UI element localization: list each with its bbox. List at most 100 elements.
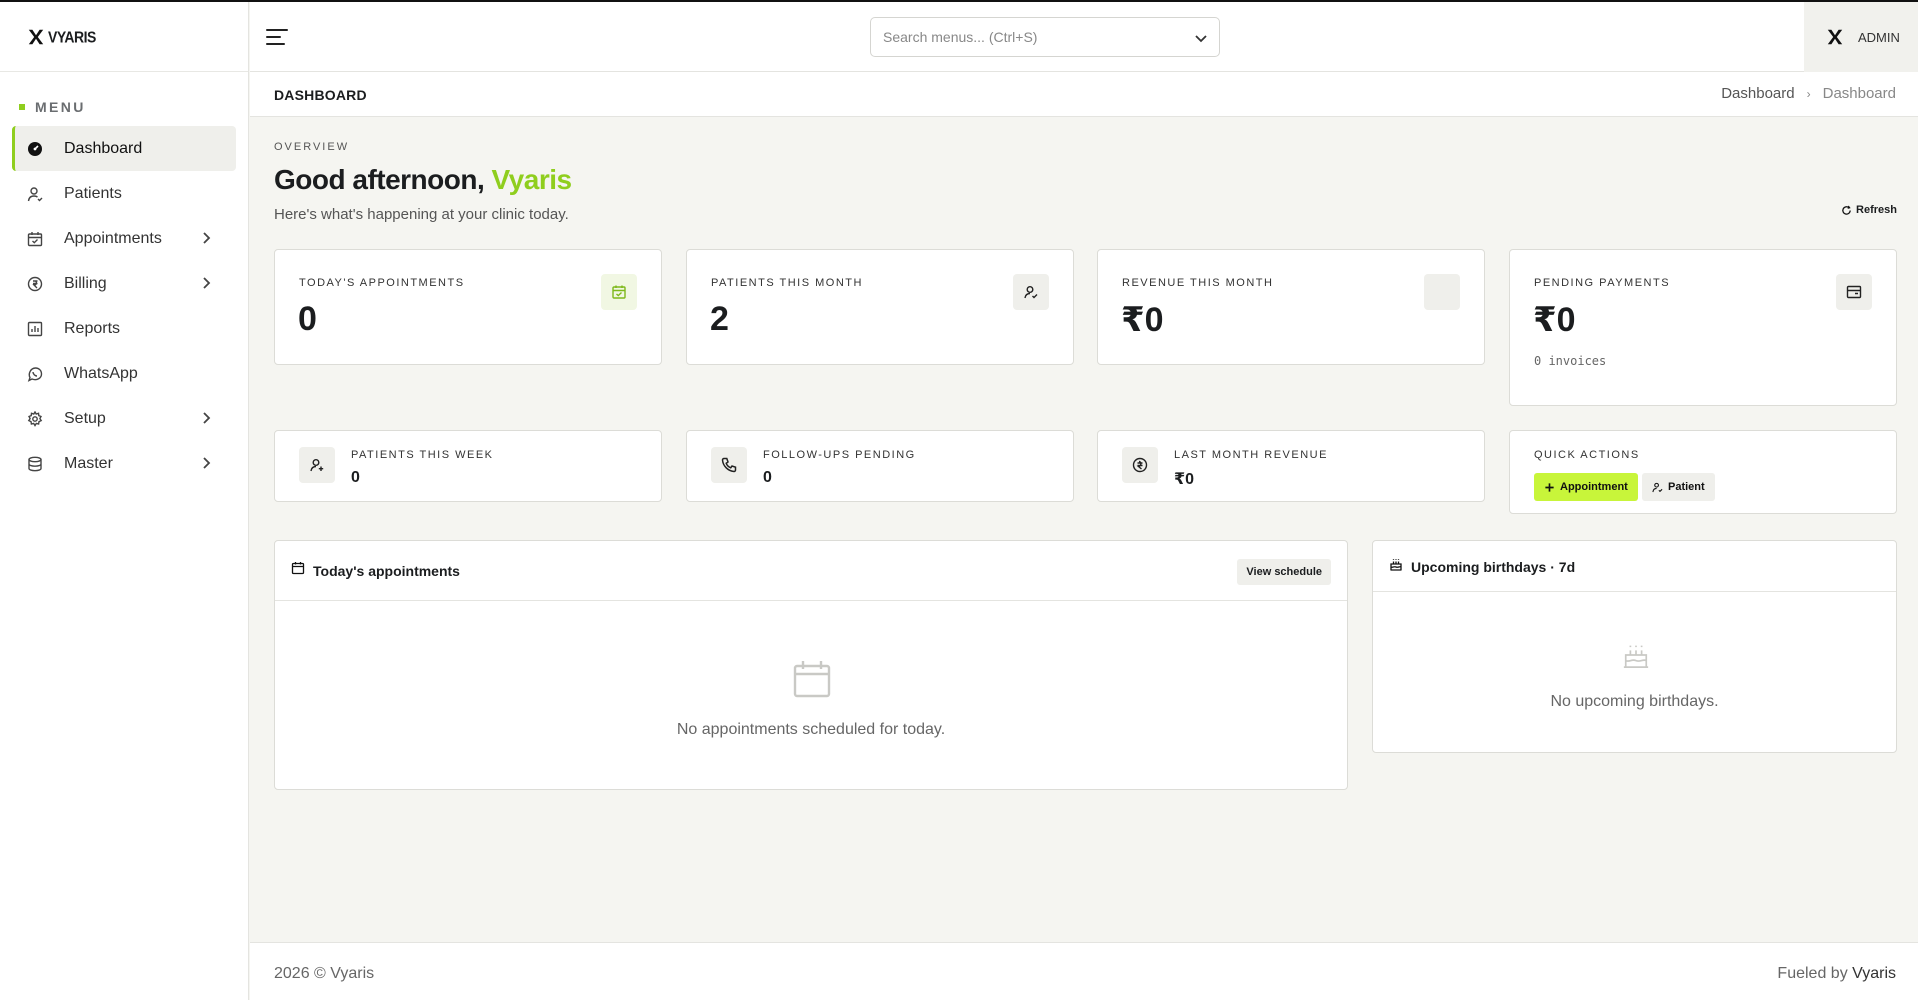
hamburger-menu-icon[interactable] [266,28,288,46]
appointments-empty-text: No appointments scheduled for today. [676,721,946,738]
stat-value: ₹0 [1533,301,1576,339]
reports-icon [27,321,43,337]
stat-label: PATIENTS THIS MONTH [711,277,863,289]
stat-revenue-this-month: REVENUE THIS MONTH ₹0 [1097,249,1485,365]
footer-credit-prefix: Fueled by [1777,965,1848,982]
plus-icon [1545,482,1554,492]
view-schedule-button[interactable]: View schedule [1237,559,1331,585]
user-icon [1652,482,1663,492]
new-appointment-button[interactable]: Appointment [1534,473,1638,501]
sidebar-item-label: WhatsApp [64,364,138,382]
footer-credit-brand[interactable]: Vyaris [1852,965,1896,982]
stat-sub: 0 invoices [1534,354,1607,368]
button-label: Appointment [1560,481,1628,493]
stat-label: FOLLOW-UPS PENDING [763,449,916,461]
user-menu[interactable]: ADMIN [1804,2,1918,72]
chevron-right-icon [203,232,211,244]
user-icon [27,186,43,202]
panel-header: Today's appointments View schedule [275,541,1347,601]
stat-label: LAST MONTH REVENUE [1174,449,1328,461]
refresh-label: Refresh [1856,204,1897,216]
quick-actions-label: QUICK ACTIONS [1534,449,1640,461]
stat-value: ₹0 [1121,301,1164,339]
birthdays-empty-text: No upcoming birthdays. [1550,693,1719,710]
stat-patients-this-week: PATIENTS THIS WEEK 0 [274,430,662,502]
calendar-check-icon [601,274,637,310]
new-patient-button[interactable]: Patient [1642,473,1715,501]
chevron-down-icon [1195,35,1207,43]
sidebar-item-appointments[interactable]: Appointments [12,216,236,261]
panel-title: Upcoming birthdays · 7d [1411,559,1576,575]
sidebar-item-patients[interactable]: Patients [12,171,236,216]
stat-value: 0 [298,300,317,338]
panel-header: Upcoming birthdays · 7d [1373,541,1896,592]
menu-heading: MENU [19,99,248,115]
page-header: DASHBOARD Dashboard › Dashboard [250,72,1918,117]
refresh-icon [1842,205,1851,215]
greeting-subtitle: Here's what's happening at your clinic t… [274,206,569,223]
currency-icon [1122,447,1158,483]
sidebar-item-master[interactable]: Master [12,441,236,486]
page-title: DASHBOARD [274,87,367,103]
menu-dot [19,104,25,110]
sidebar-nav: Dashboard Patients Appointments Billing … [0,126,248,486]
blank-icon [1424,274,1460,310]
user-name: ADMIN [1858,29,1900,45]
sidebar-item-billing[interactable]: Billing [12,261,236,306]
stat-todays-appointments: TODAY'S APPOINTMENTS 0 [274,249,662,365]
logo[interactable]: VYARIS [0,2,248,72]
breadcrumb: Dashboard › Dashboard [1721,85,1896,102]
chevron-right-icon: › [1806,86,1811,101]
sidebar-item-label: Reports [64,319,121,337]
stat-label: PENDING PAYMENTS [1534,277,1671,289]
sidebar-item-setup[interactable]: Setup [12,396,236,441]
stat-value: ₹0 [1174,471,1195,488]
breadcrumb-link[interactable]: Dashboard [1721,85,1794,102]
quick-actions-card: QUICK ACTIONS Appointment Patient [1509,430,1897,514]
top-header: Search menus... (Ctrl+S) ADMIN [250,2,1918,72]
sidebar-item-reports[interactable]: Reports [12,306,236,351]
stat-value: 0 [763,469,772,486]
breadcrumb-current: Dashboard [1822,85,1896,102]
cake-empty-icon [1623,645,1649,668]
stat-value: 0 [351,469,360,486]
footer: 2026 © Vyaris Fueled by Vyaris [250,942,1918,1000]
database-icon [27,456,43,472]
stat-label: TODAY'S APPOINTMENTS [299,277,465,289]
sidebar-item-label: Patients [64,184,122,202]
chevron-right-icon [203,277,211,289]
search-menus-select[interactable]: Search menus... (Ctrl+S) [870,17,1220,57]
dashboard-icon [27,141,43,157]
search-placeholder: Search menus... (Ctrl+S) [883,29,1038,45]
user-plus-icon [299,447,335,483]
brand-name: VYARIS [48,27,96,46]
sidebar-item-label: Appointments [64,229,162,247]
stat-pending-payments: PENDING PAYMENTS ₹0 0 invoices [1509,249,1897,406]
calendar-empty-icon [793,661,831,698]
sidebar-item-dashboard[interactable]: Dashboard [12,126,236,171]
upcoming-birthdays-panel: Upcoming birthdays · 7d No upcoming birt… [1372,540,1897,753]
phone-icon [711,447,747,483]
panel-title: Today's appointments [313,563,460,579]
sidebar-item-label: Master [64,454,113,472]
todays-appointments-panel: Today's appointments View schedule No ap… [274,540,1348,790]
sidebar-item-label: Dashboard [64,139,143,157]
footer-credit: Fueled by Vyaris [1777,965,1896,983]
greeting-text: Good afternoon, [274,164,485,195]
dashboard-main: OVERVIEW Good afternoon, Vyaris Here's w… [250,118,1918,940]
gear-icon [27,410,43,427]
greeting-heading: Good afternoon, Vyaris [274,164,572,196]
refresh-button[interactable]: Refresh [1841,204,1897,216]
sidebar-item-label: Billing [64,274,107,292]
chevron-right-icon [203,412,211,424]
avatar-logo-icon [1827,29,1843,45]
calendar-icon [291,562,305,575]
stat-patients-this-month: PATIENTS THIS MONTH 2 [686,249,1074,365]
billing-icon [27,276,43,292]
menu-heading-text: MENU [35,99,86,115]
sidebar: VYARIS MENU Dashboard Patients Appointme… [0,2,249,1000]
stat-last-month-revenue: LAST MONTH REVENUE ₹0 [1097,430,1485,502]
button-label: Patient [1668,481,1705,493]
user-check-icon [1013,274,1049,310]
sidebar-item-whatsapp[interactable]: WhatsApp [12,351,236,396]
